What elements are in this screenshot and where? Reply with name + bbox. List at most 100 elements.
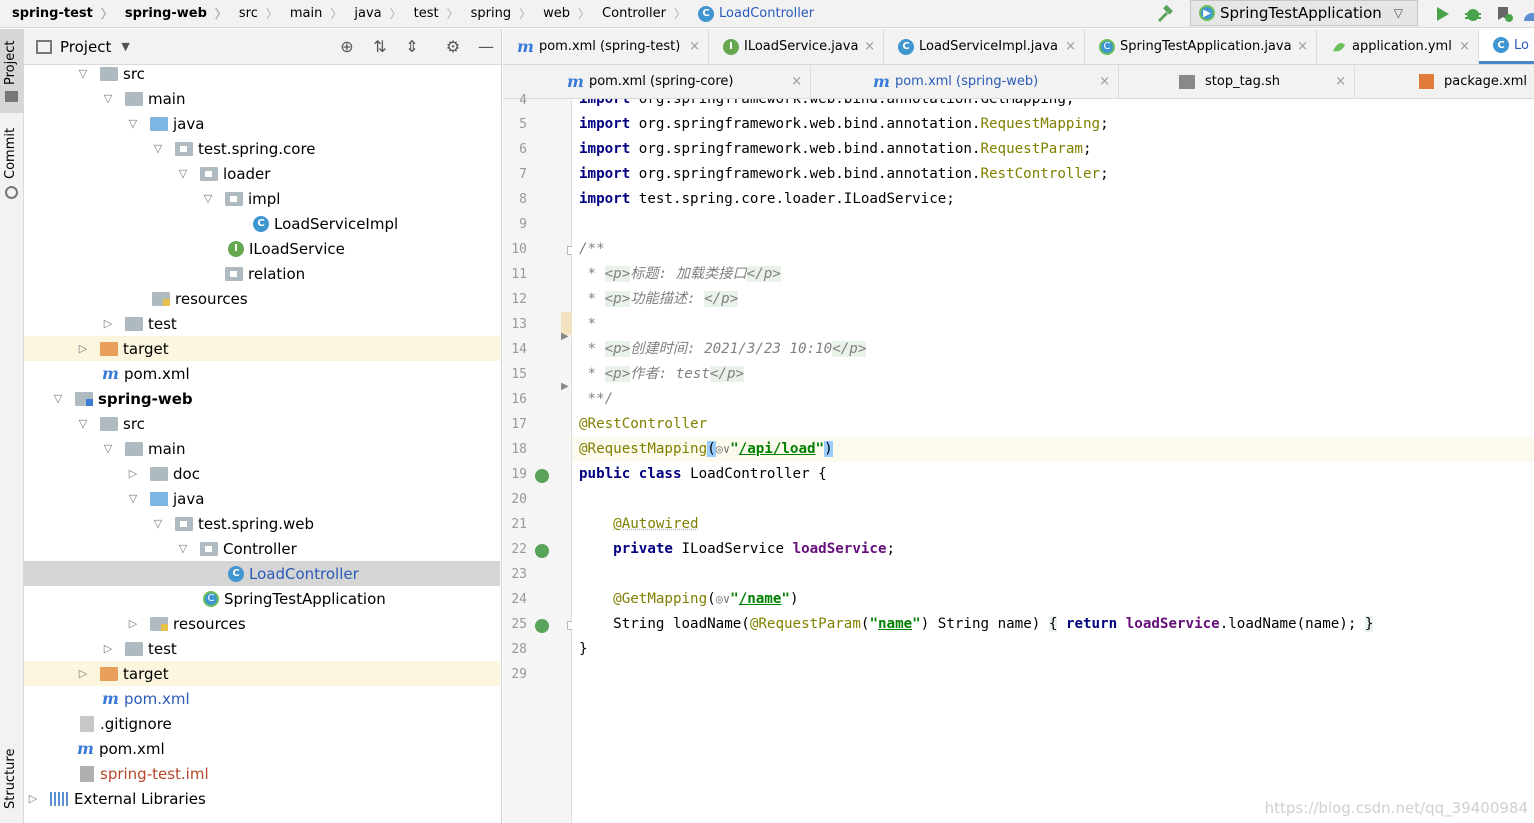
endpoint-gutter-icon[interactable] <box>535 619 549 633</box>
close-icon[interactable]: × <box>1459 39 1470 54</box>
code-editor[interactable]: import org.springframework.web.bind.anno… <box>572 99 1534 823</box>
tree-item-target[interactable]: ▷ target <box>24 661 500 686</box>
tab-package-xml[interactable]: package.xml <box>1355 65 1534 98</box>
tab-loadserviceimpl[interactable]: C LoadServiceImpl.java × <box>884 29 1085 64</box>
url-path[interactable]: /api/load <box>739 441 816 457</box>
hide-icon[interactable]: — <box>477 38 495 56</box>
breadcrumb-spring[interactable]: spring 〉 <box>459 5 532 22</box>
build-hammer-icon[interactable] <box>1155 4 1175 24</box>
breadcrumb-spring-test[interactable]: spring-test 〉 <box>0 5 113 22</box>
close-icon[interactable]: × <box>1297 39 1308 54</box>
gear-icon[interactable]: ⚙ <box>444 38 462 56</box>
commit-tab-label[interactable]: Commit <box>3 128 18 179</box>
profiler-icon[interactable] <box>1522 4 1534 24</box>
tab-stop-tag-sh[interactable]: stop_tag.sh × <box>1119 65 1355 98</box>
shell-script-icon <box>1179 74 1195 89</box>
expand-all-icon[interactable]: ⇅ <box>371 38 389 56</box>
source-folder-icon <box>150 491 168 506</box>
chevron-down-icon: ▽ <box>128 117 138 130</box>
collapse-all-icon[interactable]: ⇕ <box>403 38 421 56</box>
line-number: 24 <box>511 592 527 607</box>
tree-item-java[interactable]: ▽ java <box>24 111 500 136</box>
debug-icon[interactable] <box>1463 4 1483 24</box>
tree-item-test[interactable]: ▷ test <box>24 311 500 336</box>
tree-item-pom-root[interactable]: m pom.xml <box>24 736 500 761</box>
tree-item-pom-core[interactable]: m pom.xml <box>24 361 500 386</box>
run-icon[interactable] <box>1432 4 1452 24</box>
tree-item-springtestapplication[interactable]: C SpringTestApplication <box>24 586 500 611</box>
tree-item-main[interactable]: ▽ main <box>24 86 500 111</box>
tree-item-iml[interactable]: spring-test.iml <box>24 761 500 786</box>
line-number: 25 <box>511 617 527 632</box>
tree-item-iloadservice[interactable]: I ILoadService <box>24 236 500 261</box>
tree-item-test[interactable]: ▷ test <box>24 636 500 661</box>
tree-item-package-core[interactable]: ▽ test.spring.core <box>24 136 500 161</box>
tree-item-external-libraries[interactable]: ▷ External Libraries <box>24 786 500 811</box>
tab-springtestapplication[interactable]: C SpringTestApplication.java × <box>1085 29 1317 64</box>
close-icon[interactable]: × <box>1335 74 1346 89</box>
close-icon[interactable]: × <box>689 39 700 54</box>
project-panel-title: Project <box>60 37 112 56</box>
url-path[interactable]: /name <box>739 591 782 607</box>
chevron-down-icon: ▽ <box>103 442 113 455</box>
line-number: 6 <box>519 142 527 157</box>
doc-comment: * <box>579 341 605 357</box>
spring-app-icon: ▶ <box>1199 5 1215 21</box>
tree-item-spring-web[interactable]: ▽ spring-web <box>24 386 500 411</box>
tree-item-pom-web[interactable]: m pom.xml <box>24 686 500 711</box>
tree-item-package-web[interactable]: ▽ test.spring.web <box>24 511 500 536</box>
breadcrumb-loadcontroller[interactable]: C LoadController <box>686 5 814 22</box>
tree-item-loadcontroller[interactable]: C LoadController <box>24 561 500 586</box>
locate-icon[interactable]: ⊕ <box>338 38 356 56</box>
line-number: 11 <box>511 267 527 282</box>
tree-item-controller[interactable]: ▽ Controller <box>24 536 500 561</box>
tab-label: ILoadService.java <box>744 39 859 54</box>
globe-icon[interactable]: ◎∨ <box>716 592 730 606</box>
autowired-gutter-icon[interactable] <box>535 544 549 558</box>
tab-application-yml[interactable]: application.yml × <box>1317 29 1479 64</box>
tab-pom-spring-core[interactable]: m pom.xml (spring-core) × <box>503 65 811 98</box>
run-configuration-selector[interactable]: ▶ SpringTestApplication ▽ <box>1190 0 1418 26</box>
tree-item-impl[interactable]: ▽ impl <box>24 186 500 211</box>
tree-item-src[interactable]: ▽ src <box>24 61 500 86</box>
tab-pom-spring-web[interactable]: m pom.xml (spring-web) × <box>811 65 1119 98</box>
tab-loadcontroller[interactable]: C Lo <box>1479 29 1534 64</box>
tree-item-gitignore[interactable]: .gitignore <box>24 711 500 736</box>
tab-iloadservice[interactable]: I ILoadService.java × <box>709 29 884 64</box>
structure-tab-label[interactable]: Structure <box>3 749 18 809</box>
breadcrumb-test[interactable]: test 〉 <box>402 5 459 22</box>
close-icon[interactable]: × <box>1099 74 1110 89</box>
breadcrumb-controller[interactable]: Controller 〉 <box>590 5 686 22</box>
editor-gutter[interactable]: 4 5 6 7 8 9 10 11 12 13 14 15 16 17 18 1… <box>503 93 576 823</box>
tab-pom-spring-test[interactable]: m pom.xml (spring-test) × <box>503 29 709 64</box>
close-icon[interactable]: × <box>864 39 875 54</box>
breadcrumb-src[interactable]: src 〉 <box>227 5 278 22</box>
chevron-down-icon: ▽ <box>53 392 63 405</box>
maven-icon: m <box>77 739 94 758</box>
tree-item-relation[interactable]: relation <box>24 261 500 286</box>
coverage-icon[interactable] <box>1494 4 1514 24</box>
globe-icon[interactable]: ◎∨ <box>716 442 730 456</box>
fold-arrow-icon[interactable]: ▶ <box>561 381 569 392</box>
project-view-selector[interactable]: Project ▼ <box>36 38 130 56</box>
tree-item-loadserviceimpl[interactable]: C LoadServiceImpl <box>24 211 500 236</box>
project-tab-label[interactable]: Project <box>3 41 18 85</box>
breadcrumb-main[interactable]: main 〉 <box>278 5 343 22</box>
fold-arrow-icon[interactable]: ▶ <box>561 331 569 342</box>
close-icon[interactable]: × <box>1065 39 1076 54</box>
breadcrumb-web[interactable]: web 〉 <box>531 5 590 22</box>
close-icon[interactable]: × <box>791 74 802 89</box>
spring-bean-gutter-icon[interactable] <box>535 469 549 483</box>
tree-item-src[interactable]: ▽ src <box>24 411 500 436</box>
tree-item-target[interactable]: ▷ target <box>24 336 500 361</box>
left-tool-stripe: Project Commit Structure <box>0 29 24 823</box>
tree-item-doc[interactable]: ▷ doc <box>24 461 500 486</box>
breadcrumb-spring-web[interactable]: spring-web 〉 <box>113 5 227 22</box>
tree-item-main[interactable]: ▽ main <box>24 436 500 461</box>
tree-item-loader[interactable]: ▽ loader <box>24 161 500 186</box>
tree-item-java[interactable]: ▽ java <box>24 486 500 511</box>
annotation: @Autowired <box>613 516 699 532</box>
breadcrumb-java[interactable]: java 〉 <box>342 5 401 22</box>
tree-item-resources[interactable]: resources <box>24 286 500 311</box>
tree-item-resources[interactable]: ▷ resources <box>24 611 500 636</box>
